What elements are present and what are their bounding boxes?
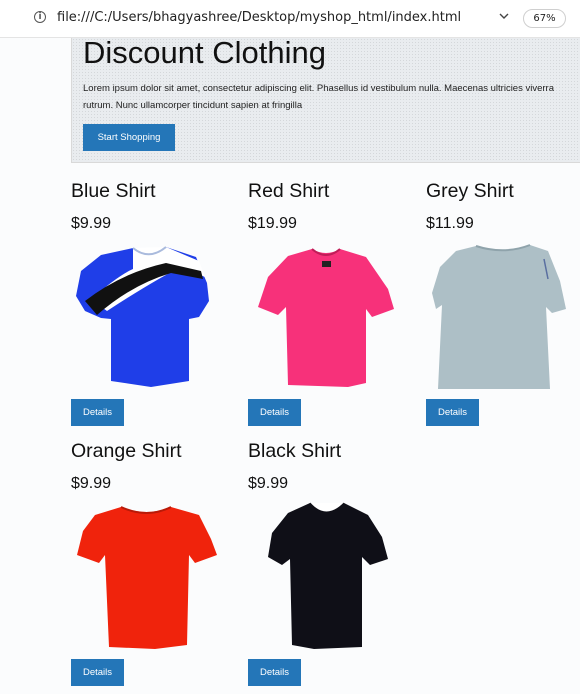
shirt-body <box>77 507 217 649</box>
hero-text: Lorem ipsum dolor sit amet, consectetur … <box>83 83 554 111</box>
product-price: $19.99 <box>248 215 297 232</box>
product-price: $9.99 <box>71 475 112 492</box>
zoom-badge[interactable]: 67% <box>523 9 566 28</box>
product-name: Blue Shirt <box>71 180 156 202</box>
product-name: Grey Shirt <box>426 180 514 202</box>
details-button[interactable]: Details <box>248 659 301 686</box>
black-shirt-image <box>268 502 388 649</box>
start-shopping-button[interactable]: Start Shopping <box>83 124 175 151</box>
hero-jumbotron: Discount Clothing Lorem ipsum dolor sit … <box>71 38 580 163</box>
red-shirt-image <box>258 248 394 387</box>
chevron-down-icon[interactable] <box>497 9 511 23</box>
info-icon[interactable]: i <box>34 11 46 23</box>
orange-shirt-image <box>77 506 217 649</box>
page-content: Discount Clothing Lorem ipsum dolor sit … <box>0 38 580 694</box>
product-price: $9.99 <box>71 215 112 232</box>
browser-address-bar: i file:///C:/Users/bhagyashree/Desktop/m… <box>0 0 580 38</box>
hero-title: Discount Clothing <box>83 38 326 70</box>
shirt-body <box>258 249 394 387</box>
details-button[interactable]: Details <box>426 399 479 426</box>
product-price: $11.99 <box>426 215 474 232</box>
url-text[interactable]: file:///C:/Users/bhagyashree/Desktop/mys… <box>57 10 461 25</box>
product-name: Red Shirt <box>248 180 330 202</box>
shirt-body <box>268 503 388 649</box>
blue-shirt-image <box>76 246 209 387</box>
product-card-red-shirt: Red Shirt $19.99 Details <box>248 179 408 429</box>
product-price: $9.99 <box>248 475 289 492</box>
product-name: Orange Shirt <box>71 440 182 462</box>
product-card-blue-shirt: Blue Shirt $9.99 Details <box>71 179 231 429</box>
product-card-grey-shirt: Grey Shirt $11.99 Details <box>426 179 580 429</box>
details-button[interactable]: Details <box>248 399 301 426</box>
product-card-black-shirt: Black Shirt $9.99 Details <box>248 439 408 689</box>
details-button[interactable]: Details <box>71 399 124 426</box>
product-card-orange-shirt: Orange Shirt $9.99 Details <box>71 439 231 689</box>
details-button[interactable]: Details <box>71 659 124 686</box>
product-name: Black Shirt <box>248 440 342 462</box>
grey-shirt-image <box>432 244 566 389</box>
